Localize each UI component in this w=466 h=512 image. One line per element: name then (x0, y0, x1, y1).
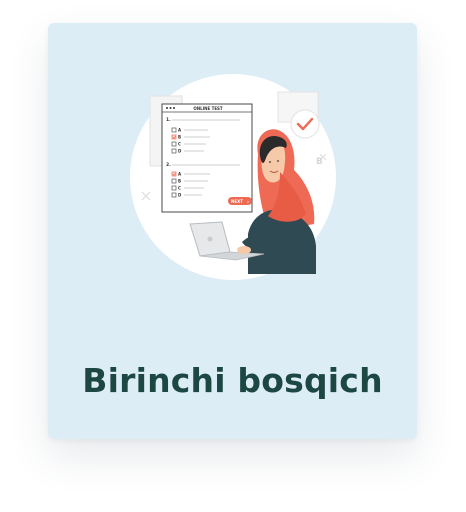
check-badge-icon (290, 109, 320, 139)
stage-title: Birinchi bosqich (82, 361, 383, 400)
svg-text:C: C (178, 142, 181, 147)
svg-text:NEXT: NEXT (231, 199, 243, 204)
page: B ONLINE TEST 1. A B C D 2. A B C D NEXT… (0, 0, 466, 512)
question-1-number: 1. (166, 117, 171, 123)
svg-text:B: B (316, 157, 323, 167)
svg-text:C: C (178, 186, 181, 191)
question-2-number: 2. (166, 162, 171, 168)
svg-text:B: B (178, 135, 181, 140)
svg-text:B: B (178, 179, 181, 184)
stage-card[interactable]: B ONLINE TEST 1. A B C D 2. A B C D NEXT… (48, 23, 417, 439)
online-test-heading: ONLINE TEST (193, 106, 223, 111)
online-test-illustration: B ONLINE TEST 1. A B C D 2. A B C D NEXT… (130, 74, 336, 280)
svg-text:›: › (247, 200, 249, 206)
